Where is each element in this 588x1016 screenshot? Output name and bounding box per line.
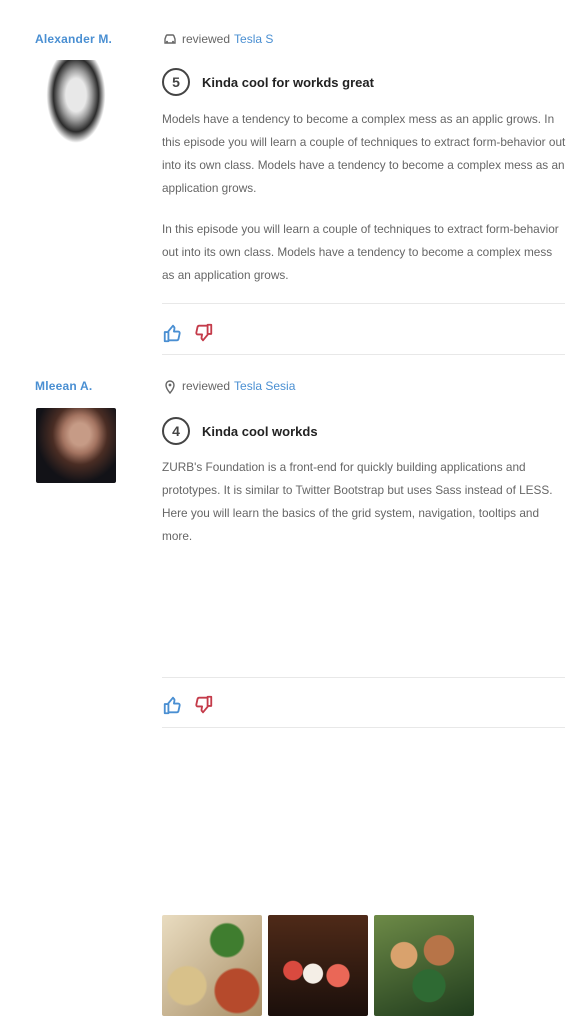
divider	[162, 677, 565, 678]
review-body: ZURB's Foundation is a front-end for qui…	[162, 456, 567, 566]
food-photo[interactable]	[162, 915, 262, 1016]
dish-photo[interactable]	[374, 915, 474, 1016]
vote-actions	[162, 694, 214, 716]
rating-badge: 5	[162, 68, 190, 96]
product-link[interactable]: Tesla Sesia	[234, 379, 295, 393]
thumbs-down-icon[interactable]	[192, 694, 214, 716]
thumbs-up-icon[interactable]	[162, 694, 184, 716]
review-body: Models have a tendency to become a compl…	[162, 108, 567, 305]
reviewer-avatar[interactable]	[36, 408, 116, 483]
review-paragraph: In this episode you will learn a couple …	[162, 222, 559, 282]
review-title: Kinda cool for workds great	[202, 74, 374, 90]
divider	[162, 354, 565, 355]
map-pin-icon	[165, 380, 175, 394]
reviewed-label: reviewed	[182, 32, 231, 46]
divider	[162, 727, 565, 728]
reviewer-name[interactable]: Mleean A.	[35, 379, 155, 393]
sushi-photo[interactable]	[268, 915, 368, 1016]
review-photos	[162, 915, 474, 1016]
vote-actions	[162, 322, 214, 344]
thumbs-up-icon[interactable]	[162, 322, 184, 344]
reviewed-label: reviewed	[182, 379, 231, 393]
rating-row: 5 Kinda cool for workds great	[162, 68, 374, 96]
review-paragraph: ZURB's Foundation is a front-end for qui…	[162, 460, 553, 543]
review-meta: reviewed Tesla Sesia	[162, 378, 295, 394]
reviewer-avatar[interactable]	[36, 60, 116, 160]
product-link[interactable]: Tesla S	[234, 32, 273, 46]
review-title: Kinda cool workds	[202, 423, 318, 439]
review-meta: reviewed Tesla S	[162, 31, 273, 47]
review-card-2: Mleean A. reviewed Tesla Sesia 4 Kinda c…	[0, 360, 588, 1016]
review-paragraph: Models have a tendency to become a compl…	[162, 112, 566, 195]
rating-badge: 4	[162, 417, 190, 445]
rating-row: 4 Kinda cool workds	[162, 417, 318, 445]
reviewer-name[interactable]: Alexander M.	[35, 32, 155, 46]
thumbs-down-icon[interactable]	[192, 322, 214, 344]
divider	[162, 303, 565, 304]
car-icon	[164, 34, 176, 44]
review-card-1: Alexander M. reviewed Tesla S 5 Kinda co…	[0, 0, 588, 360]
